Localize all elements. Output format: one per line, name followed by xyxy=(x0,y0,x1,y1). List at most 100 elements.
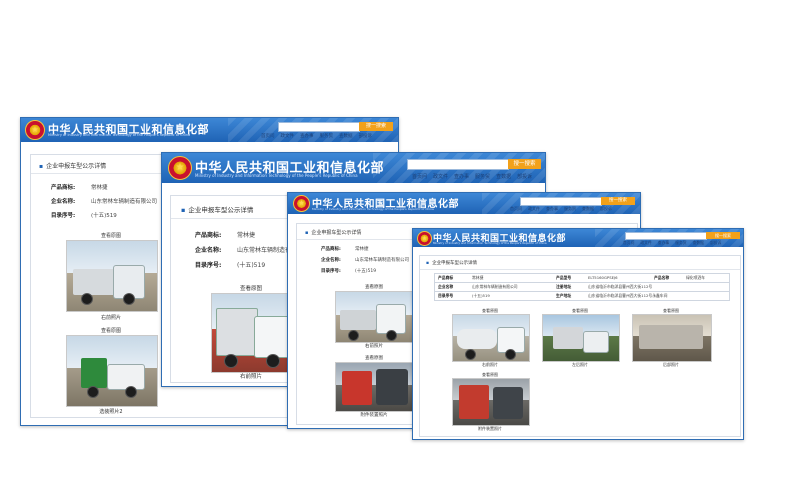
photo-heading: 查看原图 xyxy=(100,328,121,334)
brand-value: 常林捷 xyxy=(237,232,256,239)
nav-item[interactable]: 查数据 xyxy=(339,133,353,139)
truck-wheel xyxy=(348,330,359,341)
photo-heading: 查看原图 xyxy=(365,356,383,361)
nav-item[interactable]: 查数据 xyxy=(496,173,511,180)
nav-item[interactable]: 首页问 xyxy=(412,173,427,180)
brand-value: 常林捷 xyxy=(472,275,484,280)
nav-item[interactable]: 部投诉 xyxy=(517,173,532,180)
nav-item[interactable]: 政文件 xyxy=(281,133,295,139)
truck-body xyxy=(81,358,107,388)
search-button[interactable]: 搜一搜索 xyxy=(601,197,635,205)
site-header: 中华人民共和国工业和信息化部 Ministry of Industry and … xyxy=(288,193,640,214)
nav-item[interactable]: 政文件 xyxy=(640,240,651,246)
search-button[interactable]: 搜一搜索 xyxy=(706,232,740,239)
catalog-value: (十五)519 xyxy=(237,262,266,269)
truck-body xyxy=(73,269,115,295)
site-subtitle: Ministry of Industry and Information Tec… xyxy=(433,241,547,245)
photo-caption: 右前照片 xyxy=(100,315,121,321)
nav-item[interactable]: 政文件 xyxy=(528,206,540,212)
nav-item[interactable]: 首页问 xyxy=(261,133,275,139)
nav-item[interactable]: 首页问 xyxy=(510,206,522,212)
model-label: 产品型号 xyxy=(556,275,572,280)
panel-title: ▪ 企业申报车型公示详情 xyxy=(181,206,254,214)
bullet-icon: ▪ xyxy=(39,163,44,170)
national-emblem-icon xyxy=(417,231,432,246)
vehicle-photo-4[interactable] xyxy=(452,378,530,426)
vehicle-photo-1[interactable] xyxy=(452,314,530,362)
site-subtitle: Ministry of Industry and Information Tec… xyxy=(312,207,434,211)
table-row-divider xyxy=(434,282,730,283)
nav-item[interactable]: 查办事 xyxy=(658,240,669,246)
vehicle-photo-1[interactable] xyxy=(211,293,293,373)
vehicle-photo-2[interactable] xyxy=(335,362,415,412)
truck-body xyxy=(639,325,703,349)
truck-wheel xyxy=(87,386,99,398)
search-button[interactable]: 搜一搜索 xyxy=(359,122,393,131)
nav-item[interactable]: 查数据 xyxy=(693,240,704,246)
nav-item[interactable]: 政文件 xyxy=(433,173,448,180)
nav-item[interactable]: 查办事 xyxy=(300,133,314,139)
truck-cab xyxy=(376,369,408,405)
site-header: 中华人民共和国工业和信息化部 Ministry of Industry and … xyxy=(413,229,743,247)
bullet-icon: ▪ xyxy=(305,230,309,236)
search-input[interactable] xyxy=(407,159,509,170)
catalog-label: 目录序号: xyxy=(195,262,222,269)
reg-address-label: 注册地址 xyxy=(556,284,572,289)
nav-item[interactable]: 查办事 xyxy=(454,173,469,180)
site-header: 中华人民共和国工业和信息化部 Ministry of Industry and … xyxy=(21,118,398,142)
nav-item[interactable]: 部投诉 xyxy=(600,206,612,212)
vehicle-photo-2[interactable] xyxy=(542,314,620,362)
photo-caption: 附件装置照片 xyxy=(478,426,502,431)
nav-item[interactable]: 查数据 xyxy=(582,206,594,212)
vehicle-photo-1[interactable] xyxy=(66,240,158,312)
photo-heading: 查看原图 xyxy=(365,285,383,290)
vehicle-photo-2[interactable] xyxy=(66,335,158,407)
name-label: 产品名称 xyxy=(654,275,670,280)
nav-item[interactable]: 服务贸 xyxy=(564,206,576,212)
nav-item[interactable]: 首页问 xyxy=(623,240,634,246)
nav-item[interactable]: 服务贸 xyxy=(475,173,490,180)
nav-item[interactable]: 服务贸 xyxy=(320,133,334,139)
search-button[interactable]: 搜一搜索 xyxy=(508,159,541,169)
reg-address-value: 山东省临沂市临沭县曹州西大街112号 xyxy=(588,284,653,289)
truck-cab xyxy=(583,331,609,353)
brand-label: 产品商标: xyxy=(321,247,341,252)
truck-body xyxy=(216,308,258,356)
company-value: 山东常林车辆制造有限公司 xyxy=(91,199,158,205)
panel-title: ▪ 企业申报车型公示详情 xyxy=(426,261,478,266)
brand-value: 常林捷 xyxy=(91,185,108,191)
photo-heading: 查看原图 xyxy=(100,233,121,239)
company-value: 山东常林车辆制造有限公司 xyxy=(472,284,518,289)
vehicle-photo-1[interactable] xyxy=(335,291,415,343)
photo-caption: 附件装置照片 xyxy=(360,413,388,418)
nav-item[interactable]: 查办事 xyxy=(546,206,558,212)
search-input[interactable] xyxy=(278,122,360,132)
prod-address-label: 生产地址 xyxy=(556,293,572,298)
search-input[interactable] xyxy=(625,232,707,240)
panel-title: ▪ 企业申报车型公示详情 xyxy=(39,163,107,170)
divider xyxy=(420,269,740,270)
company-label: 企业名称: xyxy=(321,258,341,263)
nav-item[interactable]: 服务贸 xyxy=(675,240,686,246)
panel-title: ▪ 企业申报车型公示详情 xyxy=(305,230,362,236)
truck-wheel xyxy=(123,293,135,305)
brand-label: 产品商标: xyxy=(51,185,76,191)
company-label: 企业名称: xyxy=(195,247,222,254)
model-value: ELT5160GPSEJ6 xyxy=(588,275,618,280)
top-nav: 首页问 政文件 查办事 服务贸 查数据 部投诉 xyxy=(510,206,618,212)
nav-item[interactable]: 部投诉 xyxy=(359,133,373,139)
brand-label: 产品商标 xyxy=(438,275,454,280)
table-row-divider xyxy=(434,291,730,292)
catalog-value: (十五)519 xyxy=(91,213,117,219)
search-input[interactable] xyxy=(520,197,602,206)
photo-caption: 选装照片2 xyxy=(99,409,123,415)
brand-value: 常林捷 xyxy=(355,247,369,252)
site-subtitle: Ministry of Industry and Information Tec… xyxy=(48,133,191,137)
vehicle-photo-3[interactable] xyxy=(632,314,712,362)
nav-item[interactable]: 部投诉 xyxy=(710,240,721,246)
photo-caption: 左后照片 xyxy=(572,362,588,367)
truck-wheel xyxy=(266,354,280,368)
site-header: 中华人民共和国工业和信息化部 Ministry of Industry and … xyxy=(162,153,545,183)
top-nav: 首页问 政文件 查办事 服务贸 查数据 部投诉 xyxy=(261,133,378,139)
catalog-label: 目录序号: xyxy=(321,269,341,274)
